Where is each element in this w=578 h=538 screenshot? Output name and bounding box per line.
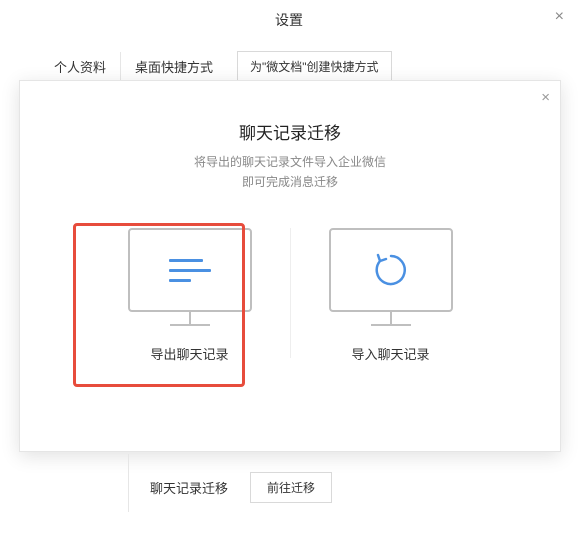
window-title: 设置: [0, 0, 578, 34]
monitor-stand-base: [371, 324, 411, 326]
modal-subtitle-1: 将导出的聊天记录文件导入企业微信: [20, 152, 560, 172]
monitor-stand-base: [170, 324, 210, 326]
create-shortcut-button[interactable]: 为"微文档"创建快捷方式: [237, 51, 392, 82]
bottom-label: 聊天记录迁移: [150, 478, 228, 497]
monitor-stand-neck: [189, 312, 191, 324]
monitor-icon: [329, 228, 453, 312]
bottom-row: 聊天记录迁移 前往迁移: [0, 472, 578, 503]
monitor-icon: [128, 228, 252, 312]
export-option[interactable]: 导出聊天记录: [90, 228, 290, 363]
text-lines-icon: [169, 259, 211, 282]
go-migrate-button[interactable]: 前往迁移: [250, 472, 332, 503]
options-row: 导出聊天记录 导入聊天记录: [20, 228, 560, 363]
modal-title: 聊天记录迁移: [20, 119, 560, 144]
monitor-stand-neck: [390, 312, 392, 324]
modal-subtitle-2: 即可完成消息迁移: [20, 172, 560, 192]
migration-modal: × 聊天记录迁移 将导出的聊天记录文件导入企业微信 即可完成消息迁移 导出聊天记…: [19, 80, 561, 452]
window-close-icon[interactable]: ×: [555, 8, 564, 26]
export-label: 导出聊天记录: [90, 344, 290, 363]
refresh-icon: [372, 251, 410, 289]
settings-window: 设置 × 个人资料 桌面快捷方式 为"微文档"创建快捷方式 × 聊天记录迁移 将…: [0, 0, 578, 538]
modal-close-icon[interactable]: ×: [541, 89, 550, 106]
import-label: 导入聊天记录: [291, 344, 491, 363]
import-option[interactable]: 导入聊天记录: [291, 228, 491, 363]
